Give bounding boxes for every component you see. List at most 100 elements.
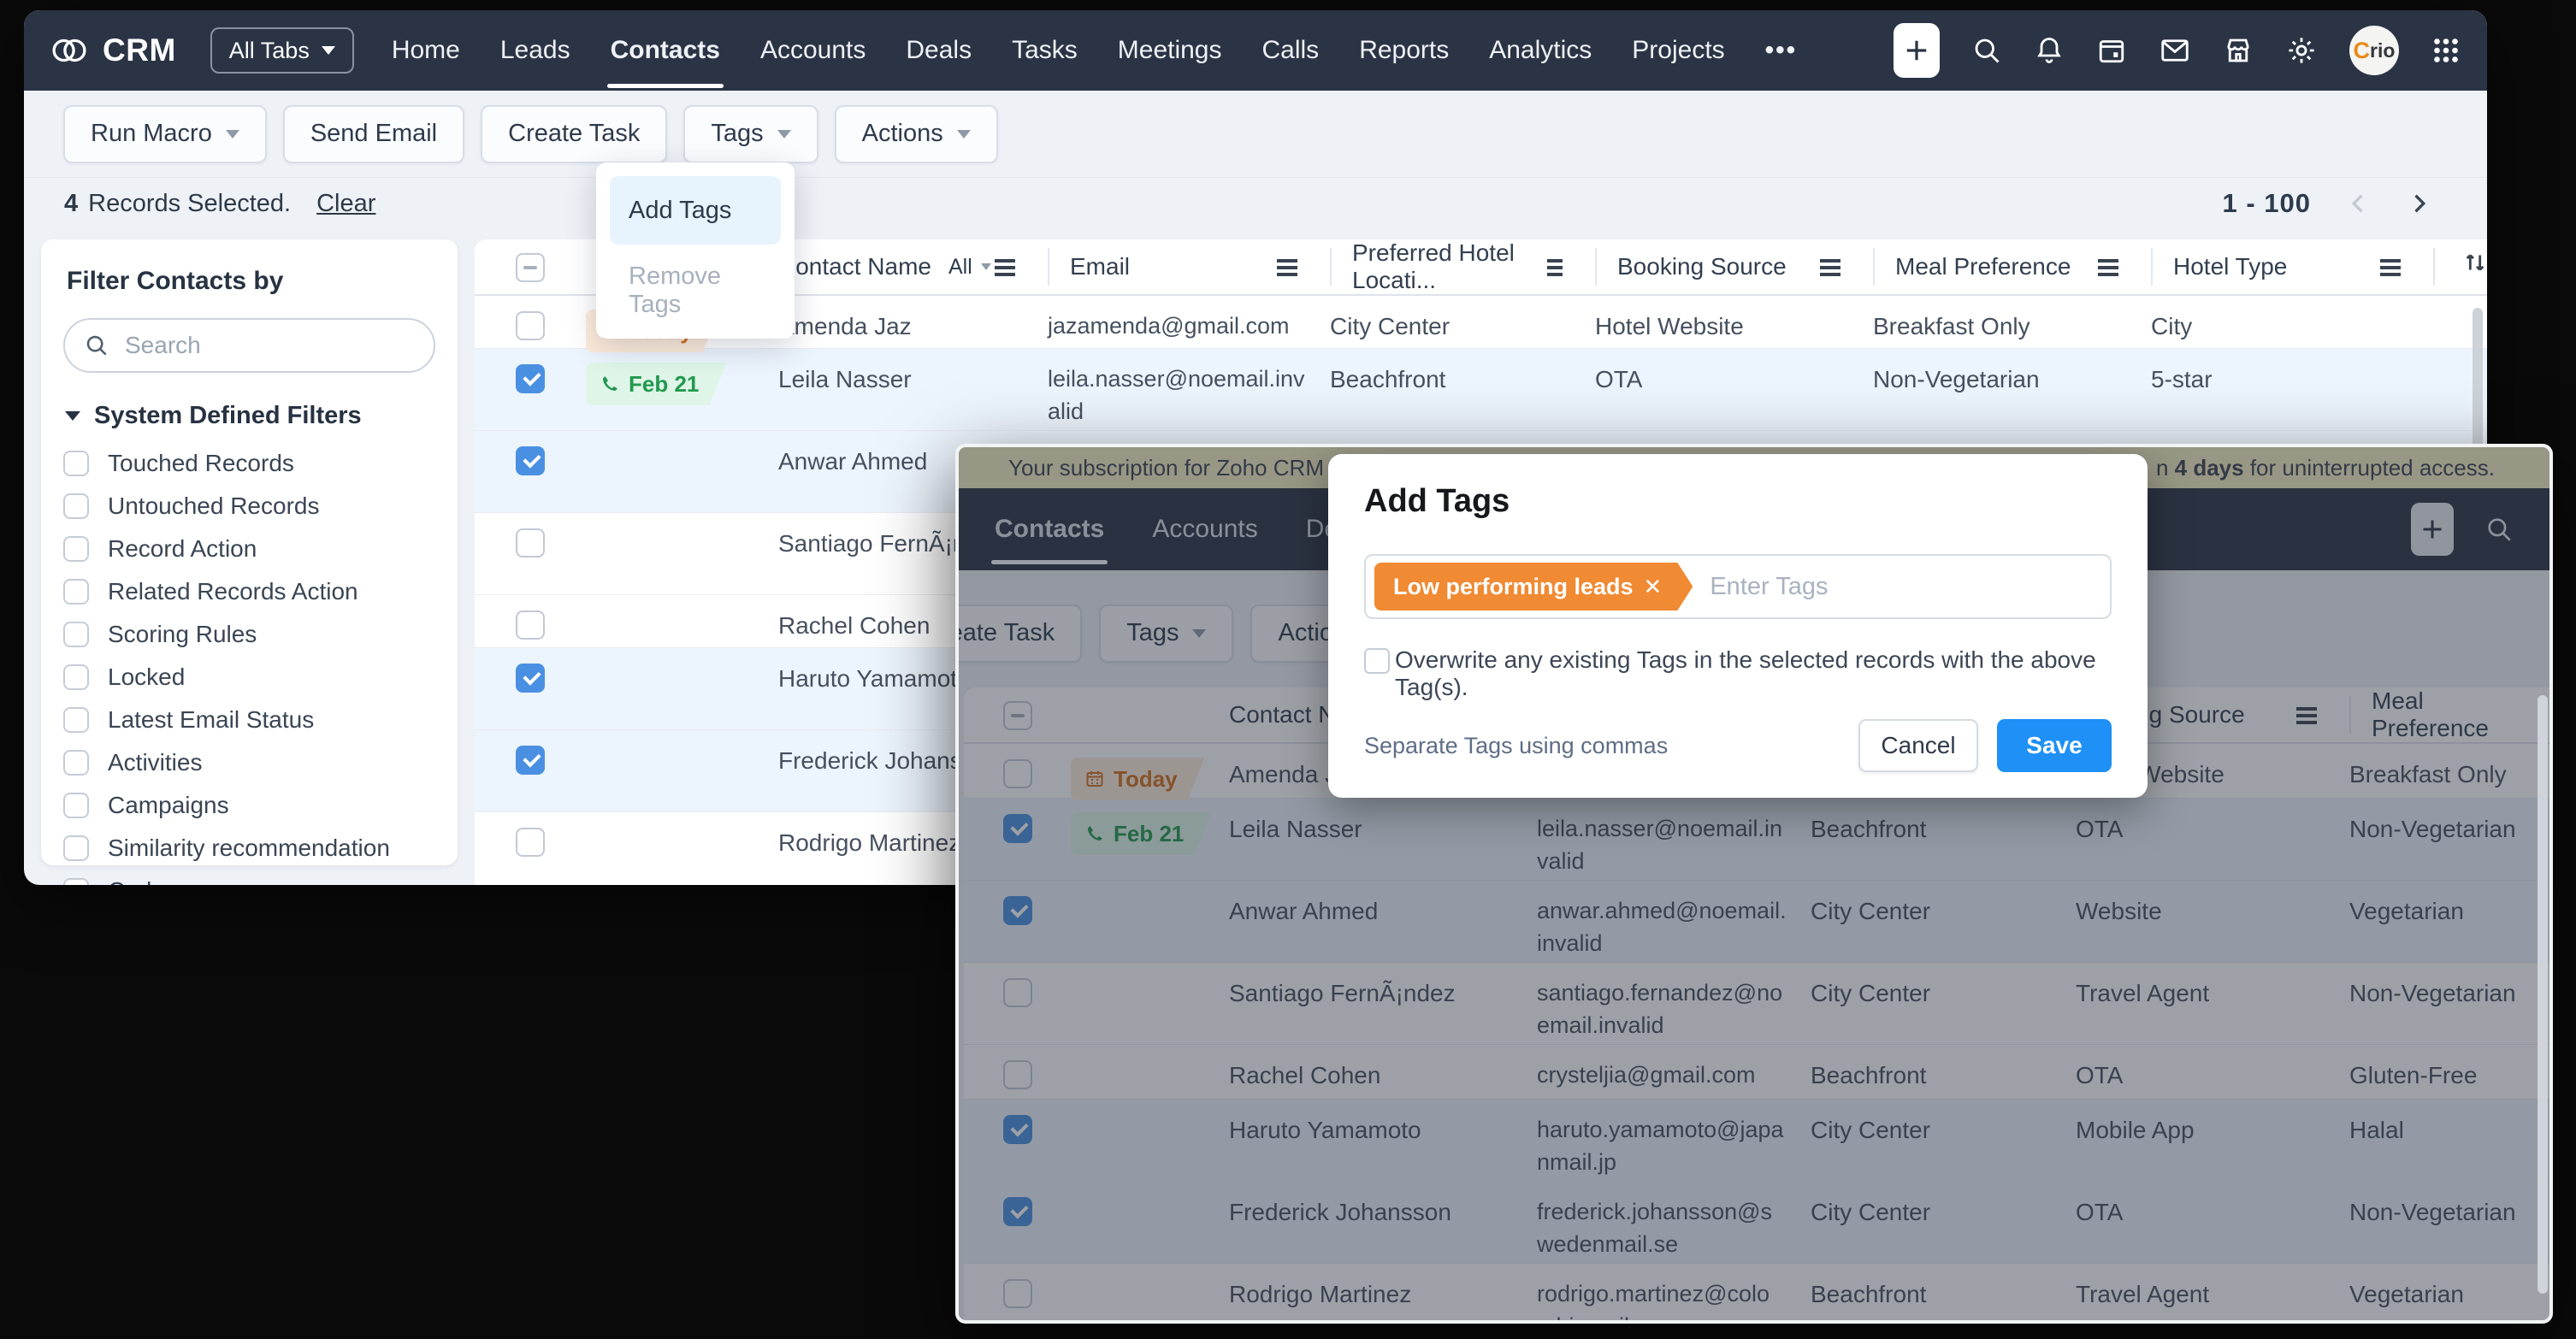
table-row[interactable]: Feb 21 Leila Nasser leila.nasser@noemail…	[475, 349, 2487, 431]
tab-deals[interactable]: Deals	[906, 36, 972, 65]
marketplace-store-icon[interactable]	[2223, 35, 2254, 66]
column-menu-icon[interactable]	[995, 259, 1015, 262]
row-checkbox[interactable]	[516, 664, 545, 693]
filter-latest-email-status[interactable]: Latest Email Status	[63, 699, 435, 741]
checkbox[interactable]	[63, 579, 89, 605]
filter-similarity-recommendation[interactable]: Similarity recommendation	[63, 827, 435, 870]
settings-gear-icon[interactable]	[2285, 34, 2318, 67]
menu-item-add-tags[interactable]: Add Tags	[610, 176, 781, 245]
overwrite-option[interactable]: Overwrite any existing Tags in the selec…	[1364, 646, 2112, 701]
next-page-icon[interactable]	[2407, 192, 2431, 215]
name-filter-dropdown[interactable]: All	[948, 255, 991, 280]
column-menu-icon[interactable]	[1820, 259, 1840, 262]
cell-contact-name[interactable]: Amenda Jaz	[778, 310, 1048, 344]
tab-analytics[interactable]: Analytics	[1489, 36, 1592, 65]
tab-contacts[interactable]: Contacts	[611, 36, 720, 65]
header-preferred-location[interactable]: Preferred Hotel Locati...	[1330, 248, 1595, 286]
remove-tag-icon[interactable]: ✕	[1644, 574, 1663, 600]
more-tabs-icon[interactable]: •••	[1765, 36, 1798, 65]
tab-calls[interactable]: Calls	[1262, 36, 1320, 65]
checkbox[interactable]	[63, 750, 89, 776]
overwrite-checkbox[interactable]	[1364, 648, 1390, 674]
tab-accounts[interactable]: Accounts	[760, 36, 866, 65]
crm-logo[interactable]: CRM	[50, 32, 176, 68]
actions-button[interactable]: Actions	[835, 105, 998, 163]
filter-activities[interactable]: Activities	[63, 741, 435, 784]
row-checkbox[interactable]	[516, 311, 545, 340]
filter-campaigns[interactable]: Campaigns	[63, 784, 435, 827]
row-checkbox[interactable]	[516, 446, 545, 475]
filter-search[interactable]	[63, 318, 435, 373]
cell-booking-source: Hotel Website	[1595, 310, 1873, 344]
header-email[interactable]: Email	[1048, 248, 1330, 286]
row-checkbox[interactable]	[516, 611, 545, 640]
create-task-button[interactable]: Create Task	[481, 105, 667, 163]
prev-page-icon[interactable]	[2347, 192, 2371, 215]
header-hotel-type[interactable]: Hotel Type	[2151, 248, 2433, 286]
system-filters-section[interactable]: System Defined Filters	[65, 402, 435, 430]
column-menu-icon[interactable]	[2098, 259, 2118, 262]
header-column-settings[interactable]	[2433, 248, 2487, 286]
header-booking-source[interactable]: Booking Source	[1595, 248, 1873, 286]
tab-tasks[interactable]: Tasks	[1012, 36, 1078, 65]
cell-email[interactable]: leila.nasser@noemail.invalid	[1048, 363, 1330, 428]
tab-projects[interactable]: Projects	[1632, 36, 1724, 65]
checkbox[interactable]	[63, 793, 89, 818]
row-checkbox[interactable]	[516, 364, 545, 393]
tags-button[interactable]: Tags	[683, 105, 818, 163]
checkbox[interactable]	[63, 835, 89, 861]
tab-meetings[interactable]: Meetings	[1118, 36, 1222, 65]
checkbox[interactable]	[63, 536, 89, 562]
filter-locked[interactable]: Locked	[63, 656, 435, 699]
filter-list: Touched Records Untouched Records Record…	[63, 442, 435, 885]
activity-badge-call[interactable]: Feb 21	[586, 363, 726, 405]
apps-grid-icon[interactable]	[2431, 35, 2461, 66]
column-menu-icon[interactable]	[1277, 259, 1297, 262]
cancel-button[interactable]: Cancel	[1858, 719, 1978, 772]
mail-icon[interactable]	[2159, 35, 2191, 66]
tags-input-field[interactable]: Low performing leads ✕	[1364, 554, 2112, 619]
quick-create-button[interactable]	[1894, 23, 1940, 78]
checkbox[interactable]	[63, 878, 89, 885]
chevron-down-icon	[65, 411, 80, 421]
checkbox[interactable]	[63, 493, 89, 519]
row-checkbox[interactable]	[516, 828, 545, 857]
column-menu-icon[interactable]	[1547, 259, 1563, 262]
tab-reports[interactable]: Reports	[1359, 36, 1449, 65]
tag-chip[interactable]: Low performing leads ✕	[1374, 563, 1693, 611]
save-button[interactable]: Save	[1997, 719, 2112, 772]
cell-contact-name[interactable]: Leila Nasser	[778, 363, 1048, 397]
select-all-checkbox[interactable]	[516, 253, 545, 282]
header-contact-name[interactable]: Contact Name All	[778, 248, 1048, 286]
all-tabs-dropdown[interactable]: All Tabs	[210, 27, 354, 74]
menu-item-remove-tags[interactable]: Remove Tags	[610, 257, 781, 325]
column-menu-icon[interactable]	[2380, 259, 2401, 262]
vertical-scrollbar[interactable]	[2538, 695, 2548, 1294]
header-meal-preference[interactable]: Meal Preference	[1873, 248, 2151, 286]
row-checkbox[interactable]	[516, 528, 545, 557]
search-input[interactable]	[123, 331, 415, 360]
filter-touched-records[interactable]: Touched Records	[63, 442, 435, 485]
tab-home[interactable]: Home	[392, 36, 460, 65]
calendar-icon[interactable]	[2096, 35, 2127, 66]
checkbox[interactable]	[63, 664, 89, 690]
column-settings-icon[interactable]	[2461, 248, 2487, 277]
search-icon[interactable]	[1971, 35, 2002, 66]
user-avatar[interactable]: Crio	[2349, 26, 2399, 75]
cell-email[interactable]: jazamenda@gmail.com	[1048, 310, 1330, 342]
tab-leads[interactable]: Leads	[500, 36, 570, 65]
filter-scoring-rules[interactable]: Scoring Rules	[63, 613, 435, 656]
filter-untouched-records[interactable]: Untouched Records	[63, 485, 435, 528]
filter-record-action[interactable]: Record Action	[63, 528, 435, 570]
checkbox[interactable]	[63, 707, 89, 733]
checkbox[interactable]	[63, 451, 89, 476]
send-email-button[interactable]: Send Email	[283, 105, 464, 163]
row-checkbox[interactable]	[516, 746, 545, 775]
filter-related-records-action[interactable]: Related Records Action	[63, 570, 435, 613]
checkbox[interactable]	[63, 622, 89, 647]
notifications-bell-icon[interactable]	[2034, 35, 2065, 66]
filter-cadences[interactable]: Cadences	[63, 870, 435, 885]
clear-selection-link[interactable]: Clear	[316, 190, 375, 218]
enter-tags-input[interactable]	[1708, 572, 2096, 602]
run-macro-button[interactable]: Run Macro	[63, 105, 267, 163]
